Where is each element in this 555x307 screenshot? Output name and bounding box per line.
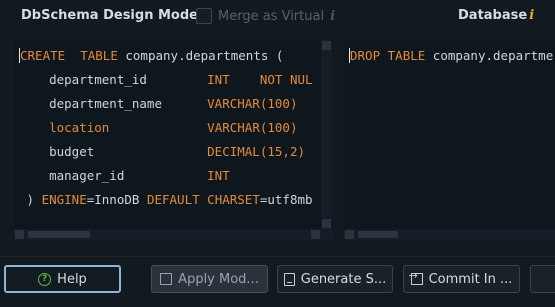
apply-model-button[interactable]: Apply Mod... (151, 265, 268, 293)
sql-file-icon (283, 272, 295, 286)
database-sql-code[interactable]: DROP TABLE company.departme (349, 44, 553, 68)
sql-text: ) (19, 192, 42, 207)
sql-keyword: TABLE (80, 48, 118, 63)
horizontal-scroll-thumb[interactable] (28, 231, 90, 238)
commit-icon (409, 269, 423, 285)
horizontal-scrollbar[interactable] (344, 229, 555, 240)
horizontal-scrollbar[interactable] (14, 229, 333, 240)
code-line[interactable]: DROP TABLE company.departme (349, 44, 553, 68)
sql-keyword: DECIMAL(15,2) (207, 144, 305, 159)
vertical-scrollbar[interactable] (321, 40, 332, 240)
design-model-header: DbSchema Design Model i (21, 8, 209, 23)
sql-keyword: CHARSET (207, 192, 260, 207)
sql-keyword: DEFAULT (146, 192, 200, 207)
merge-dialog: DbSchema Design Model i Merge as Virtual… (0, 0, 555, 307)
generate-script-button[interactable]: Generate S... (277, 265, 393, 293)
info-icon[interactable]: i (330, 9, 335, 24)
horizontal-scroll-thumb[interactable] (358, 231, 398, 238)
code-line[interactable]: ) ENGINE=InnoDB DEFAULT CHARSET=utf8mb (19, 188, 313, 212)
sql-keyword: CREATE (20, 48, 66, 63)
sql-keyword: INT (207, 72, 230, 87)
sql-keyword: ENGINE (41, 192, 87, 207)
help-button[interactable]: ? Help (4, 265, 121, 293)
sql-text: department_name (19, 96, 208, 111)
merge-as-virtual-label: Merge as Virtual (218, 8, 325, 24)
scroll-left-arrow[interactable] (15, 230, 24, 239)
info-icon[interactable]: i (529, 8, 534, 23)
design-model-title: DbSchema Design Model (21, 8, 203, 23)
merge-as-virtual-option[interactable]: Merge as Virtual i (196, 8, 335, 24)
help-button-label: Help (57, 271, 87, 287)
sql-text: company.departments ( (117, 48, 284, 63)
scroll-left-arrow[interactable] (345, 230, 354, 239)
sql-keyword: DROP (350, 48, 381, 63)
merge-as-virtual-checkbox[interactable] (196, 8, 212, 24)
design-model-sql-code[interactable]: CREATE TABLE company.departments ( depar… (19, 44, 313, 212)
apply-model-button-label: Apply Mod... (178, 271, 259, 287)
help-icon: ? (38, 272, 52, 286)
sql-keyword: NOT NUL (259, 72, 313, 87)
database-sql-editor[interactable]: DROP TABLE company.departme (344, 40, 555, 240)
code-line[interactable]: department_name VARCHAR(100) (19, 92, 313, 116)
close-button-partial[interactable] (530, 265, 555, 293)
sql-text: company.departme (425, 48, 554, 63)
sql-text: =utf8mb (259, 192, 313, 207)
toolbar-divider (0, 256, 555, 257)
sql-text: manager_id (19, 168, 208, 183)
sql-keyword: VARCHAR(100) (207, 120, 298, 135)
sql-text: budget (19, 144, 208, 159)
sql-keyword: VARCHAR(100) (207, 96, 298, 111)
apply-icon (160, 273, 173, 285)
generate-script-button-label: Generate S... (300, 271, 387, 287)
commit-button-label: Commit In ... (428, 271, 513, 287)
sql-text: =InnoDB (86, 192, 147, 207)
sql-keyword: location (49, 120, 110, 135)
sql-text: department_id (19, 72, 208, 87)
sql-keyword: TABLE (387, 48, 426, 63)
database-header: Database i (458, 8, 534, 23)
database-title: Database (458, 8, 528, 23)
code-line[interactable]: budget DECIMAL(15,2) (19, 140, 313, 164)
sql-keyword: INT (207, 168, 230, 183)
scroll-up-arrow[interactable] (322, 41, 331, 50)
scroll-right-arrow[interactable] (311, 230, 320, 239)
design-model-sql-editor[interactable]: CREATE TABLE company.departments ( depar… (14, 40, 333, 240)
scroll-down-arrow[interactable] (322, 219, 331, 228)
code-line[interactable]: department_id INT NOT NUL (19, 68, 313, 92)
commit-button[interactable]: Commit In ... (403, 265, 520, 293)
code-line[interactable]: CREATE TABLE company.departments ( (19, 44, 313, 68)
code-line[interactable]: location VARCHAR(100) (19, 116, 313, 140)
code-line[interactable]: manager_id INT (19, 164, 313, 188)
